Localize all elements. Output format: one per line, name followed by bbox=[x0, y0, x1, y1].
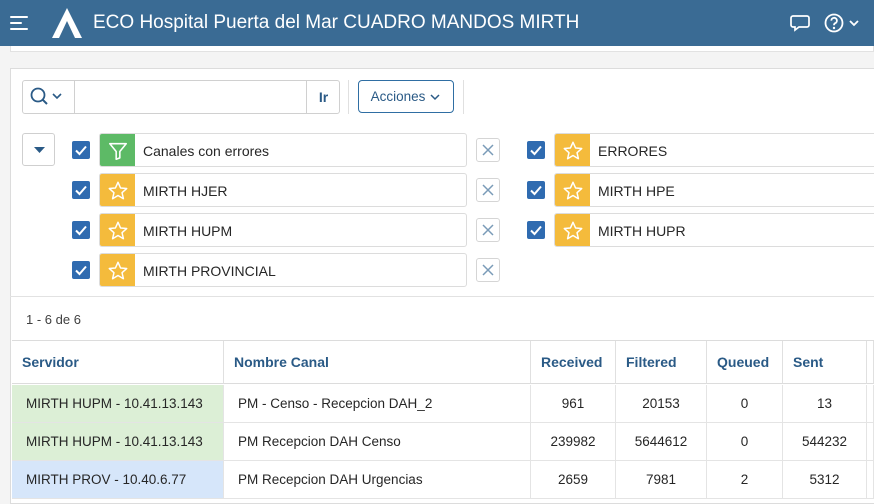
remove-filter-button[interactable] bbox=[476, 138, 500, 162]
search-input[interactable] bbox=[75, 81, 307, 113]
filter-chip[interactable]: MIRTH HUPR bbox=[554, 213, 874, 247]
cell-overflow bbox=[867, 461, 874, 499]
close-icon bbox=[482, 264, 494, 276]
filters-divider bbox=[10, 296, 874, 297]
filter-label: MIRTH PROVINCIAL bbox=[143, 263, 276, 279]
filter-checkbox[interactable] bbox=[72, 181, 90, 199]
star-icon bbox=[100, 174, 135, 206]
search-group: Ir bbox=[22, 80, 340, 114]
search-icon bbox=[30, 87, 62, 105]
filter-checkbox[interactable] bbox=[527, 221, 545, 239]
toolbar-divider bbox=[348, 80, 349, 114]
remove-filter-button[interactable] bbox=[476, 218, 500, 242]
cell-received: 239982 bbox=[531, 423, 616, 461]
filter-label: MIRTH HUPR bbox=[598, 223, 686, 239]
filter-chip[interactable]: ERRORES bbox=[554, 133, 874, 167]
check-icon bbox=[530, 145, 542, 156]
app-header: ECO Hospital Puerta del Mar CUADRO MANDO… bbox=[0, 0, 874, 46]
cell-sent: 544232 bbox=[783, 423, 867, 461]
close-icon bbox=[482, 184, 494, 196]
pagination-count: 1 - 6 de 6 bbox=[26, 312, 81, 327]
check-icon bbox=[75, 265, 87, 276]
chevron-down-icon bbox=[430, 93, 440, 100]
filter-checkbox[interactable] bbox=[527, 181, 545, 199]
cell-received: 2659 bbox=[531, 461, 616, 499]
cell-filtered: 5644612 bbox=[616, 423, 707, 461]
column-header-queued[interactable]: Queued bbox=[707, 341, 783, 384]
star-icon bbox=[555, 134, 590, 166]
actions-button[interactable]: Acciones bbox=[358, 80, 454, 113]
check-icon bbox=[75, 225, 87, 236]
filter-checkbox[interactable] bbox=[527, 141, 545, 159]
go-button[interactable]: Ir bbox=[306, 81, 340, 113]
actions-label: Acciones bbox=[370, 89, 426, 104]
cell-filtered: 7981 bbox=[616, 461, 707, 499]
column-header-received[interactable]: Received bbox=[531, 341, 616, 384]
star-icon bbox=[555, 214, 590, 246]
filter-chip[interactable]: MIRTH HJER bbox=[99, 173, 467, 207]
check-icon bbox=[530, 225, 542, 236]
cell-sent: 13 bbox=[783, 385, 867, 423]
remove-filter-button[interactable] bbox=[476, 178, 500, 202]
cell-servidor: MIRTH PROV - 10.40.6.77 bbox=[12, 461, 224, 499]
app-title: ECO Hospital Puerta del Mar CUADRO MANDO… bbox=[93, 12, 580, 33]
remove-filter-button[interactable] bbox=[476, 258, 500, 282]
column-header-servidor[interactable]: Servidor bbox=[12, 341, 224, 384]
filter-chip[interactable]: MIRTH HPE bbox=[554, 173, 874, 207]
help-icon bbox=[824, 13, 859, 33]
filter-checkbox[interactable] bbox=[72, 261, 90, 279]
cell-servidor: MIRTH HUPM - 10.41.13.143 bbox=[12, 385, 224, 423]
star-icon bbox=[100, 214, 135, 246]
help-menu-button[interactable] bbox=[824, 13, 862, 33]
toggle-filters-button[interactable] bbox=[22, 133, 55, 166]
cell-queued: 0 bbox=[707, 423, 783, 461]
caret-down-icon bbox=[34, 147, 45, 153]
filter-checkbox[interactable] bbox=[72, 221, 90, 239]
cell-nombre-canal: PM - Censo - Recepcion DAH_2 bbox=[224, 385, 531, 423]
column-header-sent[interactable]: Sent bbox=[783, 341, 867, 384]
cell-overflow bbox=[867, 385, 874, 423]
filter-label: MIRTH HJER bbox=[143, 183, 228, 199]
cell-queued: 0 bbox=[707, 385, 783, 423]
column-header-overflow bbox=[867, 341, 874, 384]
star-icon bbox=[555, 174, 590, 206]
filter-chip[interactable]: MIRTH HUPM bbox=[99, 213, 467, 247]
menu-icon[interactable] bbox=[10, 16, 28, 30]
check-icon bbox=[75, 185, 87, 196]
cell-servidor: MIRTH HUPM - 10.41.13.143 bbox=[12, 423, 224, 461]
search-column-button[interactable] bbox=[23, 81, 75, 113]
cell-sent: 5312 bbox=[783, 461, 867, 499]
filter-chip[interactable]: MIRTH PROVINCIAL bbox=[99, 253, 467, 287]
filter-label: MIRTH HUPM bbox=[143, 223, 233, 239]
filter-icon bbox=[100, 134, 135, 166]
column-header-filtered[interactable]: Filtered bbox=[616, 341, 707, 384]
cell-overflow bbox=[867, 423, 874, 461]
cell-filtered: 20153 bbox=[616, 385, 707, 423]
close-icon bbox=[482, 144, 494, 156]
star-icon bbox=[100, 254, 135, 286]
column-header-nombre-canal[interactable]: Nombre Canal bbox=[224, 341, 531, 384]
chat-icon[interactable] bbox=[790, 14, 810, 32]
chevron-down-icon bbox=[849, 20, 859, 27]
close-icon bbox=[482, 224, 494, 236]
filter-chip[interactable]: Canales con errores bbox=[99, 133, 467, 167]
cell-nombre-canal: PM Recepcion DAH Urgencias bbox=[224, 461, 531, 499]
check-icon bbox=[530, 185, 542, 196]
toolbar-divider bbox=[463, 80, 464, 114]
filter-label: Canales con errores bbox=[143, 143, 270, 159]
top-region-strip bbox=[10, 46, 874, 52]
logo-icon bbox=[52, 8, 82, 38]
filter-label: MIRTH HPE bbox=[598, 183, 675, 199]
cell-nombre-canal: PM Recepcion DAH Censo bbox=[224, 423, 531, 461]
filter-label: ERRORES bbox=[598, 143, 668, 159]
cell-received: 961 bbox=[531, 385, 616, 423]
filter-checkbox[interactable] bbox=[72, 141, 90, 159]
cell-queued: 2 bbox=[707, 461, 783, 499]
check-icon bbox=[75, 145, 87, 156]
